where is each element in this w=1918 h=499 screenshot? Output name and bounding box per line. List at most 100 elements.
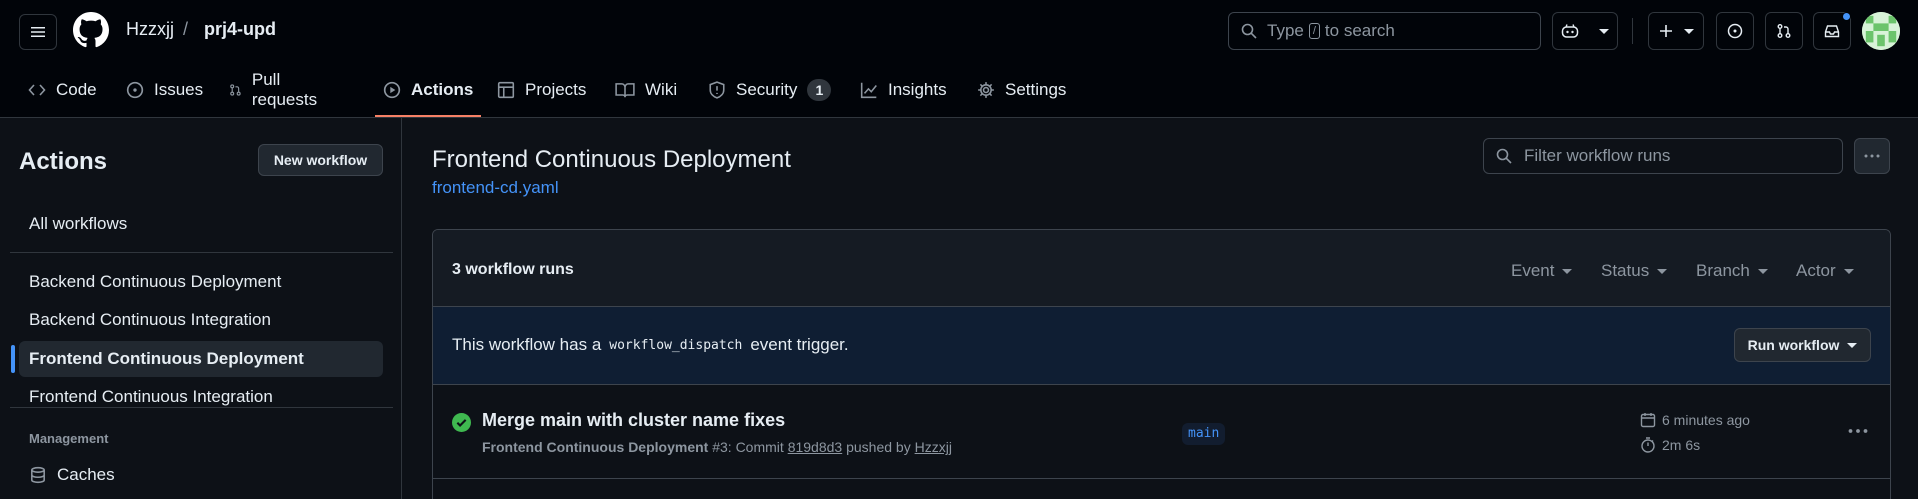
new-workflow-button[interactable]: New workflow [258, 144, 383, 176]
identicon-icon [1862, 12, 1900, 50]
sidebar-title: Actions [19, 148, 108, 175]
gear-icon [978, 82, 994, 98]
filter-label: Actor [1796, 261, 1836, 280]
book-icon [615, 83, 635, 98]
tab-code[interactable]: Code [28, 72, 97, 108]
calendar-icon [1640, 413, 1656, 428]
banner-suffix: event trigger. [750, 335, 849, 354]
issue-icon [126, 81, 144, 99]
header-divider [1632, 18, 1633, 44]
global-header: Hzzxjj / prj4-upd Type / to search Code … [0, 0, 1918, 118]
tab-label: Pull requests [251, 70, 318, 109]
actions-sidebar: Actions New workflow All workflows Backe… [0, 118, 402, 499]
banner-text: This workflow has a workflow_dispatch ev… [452, 335, 849, 355]
pull-requests-button[interactable] [1765, 12, 1803, 50]
sidebar-item-all-workflows[interactable]: All workflows [19, 206, 383, 242]
issues-button[interactable] [1716, 12, 1754, 50]
chevron-down-icon [1599, 28, 1609, 34]
run-workflow-label: Run workflow [1747, 337, 1840, 353]
tab-settings[interactable]: Settings [977, 72, 1066, 108]
banner-code: workflow_dispatch [609, 337, 743, 353]
sidebar-item-workflow[interactable]: Backend Continuous Deployment [19, 264, 383, 300]
sidebar-item-workflow[interactable]: Frontend Continuous Integration [19, 379, 383, 415]
tab-label: Projects [525, 80, 587, 99]
filter-actor-dropdown[interactable]: Actor [1796, 261, 1854, 281]
search-suffix: to search [1324, 21, 1395, 40]
breadcrumb-separator: / [183, 19, 189, 39]
tab-wiki[interactable]: Wiki [615, 72, 677, 108]
notification-dot [1842, 12, 1851, 21]
tab-insights[interactable]: Insights [860, 72, 947, 108]
filter-label: Status [1601, 261, 1650, 280]
pushed-by-text: pushed by [846, 439, 911, 455]
chevron-down-icon [1657, 268, 1668, 274]
tab-security[interactable]: Security 1 [708, 72, 832, 108]
run-duration: 2m 6s [1640, 437, 1700, 453]
filter-event-dropdown[interactable]: Event [1511, 261, 1573, 281]
tab-projects[interactable]: Projects [497, 72, 586, 108]
sidebar-item-caches[interactable]: Caches [19, 457, 383, 493]
tab-pull-requests[interactable]: Pull requests [229, 70, 322, 109]
actor-link[interactable]: Hzzxjj [915, 439, 952, 455]
workflow-runs-box: 3 workflow runs Event Status Branch Acto… [432, 229, 1891, 499]
run-subtitle: Frontend Continuous Deployment #3: Commi… [482, 439, 952, 455]
banner-prefix: This workflow has a [452, 335, 602, 354]
tab-actions[interactable]: Actions [374, 72, 482, 117]
tab-issues[interactable]: Issues [126, 72, 203, 108]
kebab-horizontal-icon[interactable] [1848, 421, 1868, 441]
table-icon [497, 81, 515, 99]
run-workflow-button[interactable]: Run workflow [1734, 328, 1871, 362]
security-count-badge: 1 [807, 79, 832, 101]
commit-link[interactable]: 819d8d3 [788, 439, 843, 455]
avatar[interactable] [1862, 12, 1900, 50]
play-icon [383, 81, 401, 99]
tab-label: Settings [1005, 80, 1067, 99]
tab-label: Security [736, 80, 798, 99]
filter-branch-dropdown[interactable]: Branch [1696, 261, 1768, 281]
sidebar-item-label: Caches [57, 465, 115, 484]
sidebar-item-workflow-selected[interactable]: Frontend Continuous Deployment [11, 341, 383, 377]
copilot-button[interactable] [1552, 12, 1618, 50]
workflow-file-link[interactable]: frontend-cd.yaml [432, 178, 559, 198]
run-workflow-name: Frontend Continuous Deployment [482, 439, 709, 455]
runs-header: 3 workflow runs Event Status Branch Acto… [433, 230, 1890, 307]
sidebar-item-workflow[interactable]: Backend Continuous Integration [19, 302, 383, 338]
github-logo-icon[interactable] [73, 12, 109, 48]
run-time: 6 minutes ago [1640, 412, 1750, 428]
shield-icon [709, 81, 725, 99]
global-search-input[interactable]: Type / to search [1228, 12, 1541, 50]
database-icon [31, 466, 45, 484]
pull-request-icon [1777, 24, 1791, 38]
filter-status-dropdown[interactable]: Status [1601, 261, 1668, 281]
tab-label: Issues [154, 80, 204, 99]
sidebar-divider [10, 252, 393, 253]
check-circle-icon [452, 413, 471, 432]
search-icon [1241, 23, 1257, 39]
tab-label: Actions [411, 80, 474, 99]
stopwatch-icon [1641, 437, 1655, 453]
search-icon [1496, 148, 1512, 164]
pull-request-icon [230, 84, 241, 96]
graph-icon [860, 82, 877, 99]
workflow-more-options-button[interactable] [1854, 138, 1890, 174]
create-new-button[interactable] [1648, 12, 1704, 50]
tab-label: Insights [888, 80, 947, 99]
plus-icon [1660, 25, 1672, 37]
hamburger-icon [31, 27, 45, 37]
search-shortcut-key: / [1308, 23, 1320, 39]
filter-workflow-runs-input[interactable]: Filter workflow runs [1483, 138, 1843, 174]
tab-label: Wiki [645, 80, 678, 99]
menu-button[interactable] [19, 14, 57, 50]
run-title[interactable]: Merge main with cluster name fixes [482, 410, 785, 431]
run-duration-text: 2m 6s [1662, 437, 1701, 453]
kebab-horizontal-icon [1864, 154, 1880, 158]
chevron-down-icon [1843, 268, 1854, 274]
table-row[interactable]: Merge main with cluster name fixes Front… [433, 385, 1890, 499]
breadcrumb-owner[interactable]: Hzzxjj [126, 19, 174, 40]
issue-icon [1727, 23, 1743, 39]
filter-label: Event [1511, 261, 1555, 280]
branch-badge[interactable]: main [1182, 423, 1226, 445]
copilot-icon [1561, 24, 1579, 38]
breadcrumb-repo[interactable]: prj4-upd [204, 19, 276, 40]
code-icon [28, 84, 46, 96]
